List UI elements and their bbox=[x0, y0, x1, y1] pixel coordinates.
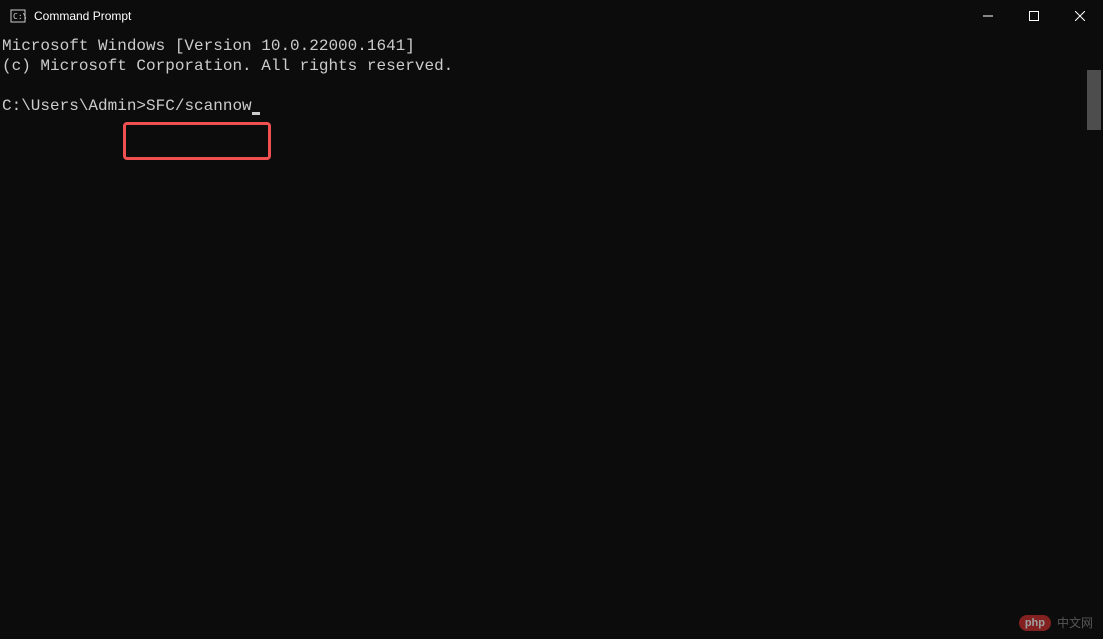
window-title: Command Prompt bbox=[34, 9, 131, 23]
window-controls bbox=[965, 0, 1103, 32]
titlebar[interactable]: C:\ Command Prompt bbox=[0, 0, 1103, 32]
scrollbar-thumb[interactable] bbox=[1087, 70, 1101, 130]
version-line: Microsoft Windows [Version 10.0.22000.16… bbox=[2, 36, 1101, 56]
watermark-text: 中文网 bbox=[1057, 614, 1093, 631]
prompt-text: C:\Users\Admin> bbox=[2, 97, 146, 115]
cursor bbox=[252, 112, 260, 115]
titlebar-left: C:\ Command Prompt bbox=[10, 8, 131, 24]
cmd-icon: C:\ bbox=[10, 8, 26, 24]
watermark-badge: php bbox=[1019, 615, 1051, 631]
close-button[interactable] bbox=[1057, 0, 1103, 32]
copyright-line: (c) Microsoft Corporation. All rights re… bbox=[2, 56, 1101, 76]
minimize-button[interactable] bbox=[965, 0, 1011, 32]
terminal-body[interactable]: Microsoft Windows [Version 10.0.22000.16… bbox=[0, 32, 1103, 639]
command-prompt-window: C:\ Command Prompt bbox=[0, 0, 1103, 639]
svg-text:C:\: C:\ bbox=[13, 12, 26, 21]
prompt-line: C:\Users\Admin>SFC/scannow bbox=[2, 96, 1101, 116]
maximize-button[interactable] bbox=[1011, 0, 1057, 32]
watermark: php 中文网 bbox=[1019, 614, 1093, 631]
annotation-highlight-box bbox=[123, 122, 271, 160]
command-input[interactable]: SFC/scannow bbox=[146, 97, 252, 115]
